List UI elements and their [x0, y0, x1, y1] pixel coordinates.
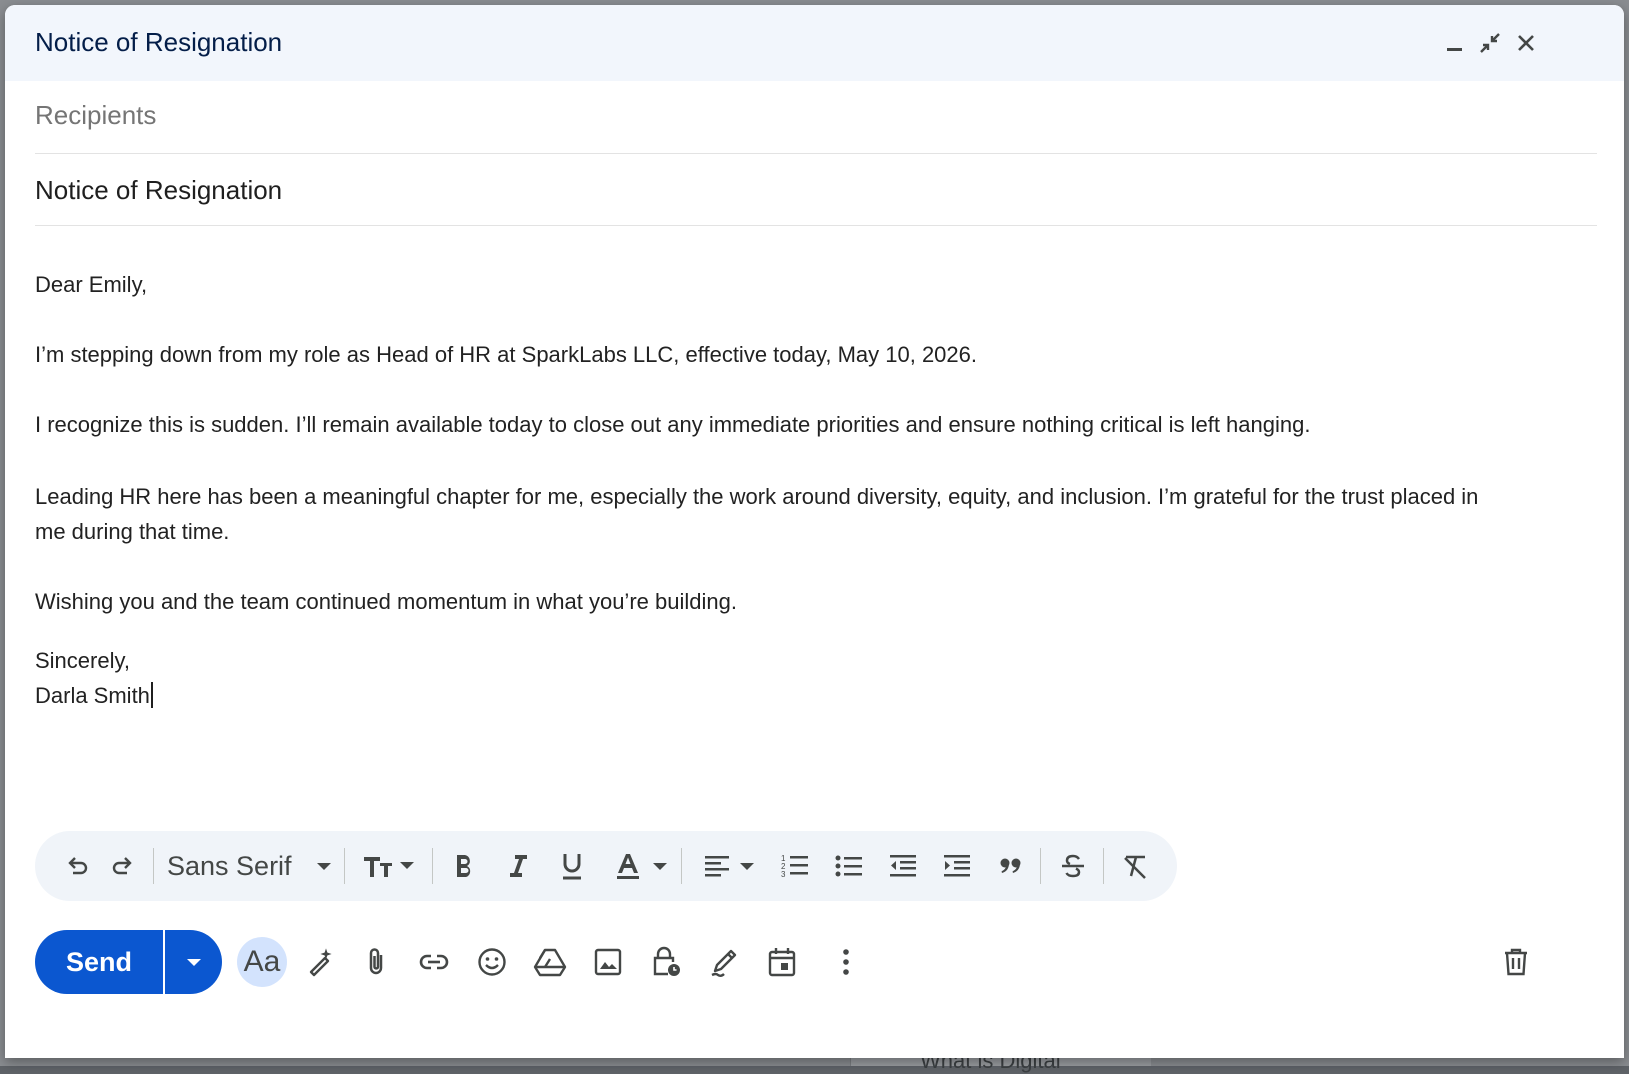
body-signature-line: Darla Smith [35, 678, 1597, 713]
confidential-mode-icon[interactable] [641, 937, 691, 987]
compose-title-bar[interactable]: Notice of Resignation [5, 5, 1624, 81]
align-icon[interactable] [697, 831, 737, 901]
recipients-field[interactable]: Recipients [35, 83, 1597, 154]
formatting-options-label: Aa [243, 945, 281, 978]
recipients-placeholder: Recipients [35, 100, 157, 130]
subject-field[interactable]: Notice of Resignation [35, 155, 1597, 226]
italic-icon[interactable] [499, 831, 537, 901]
text-size-icon[interactable] [357, 831, 423, 901]
link-icon[interactable] [409, 937, 459, 987]
strikethrough-icon[interactable] [1053, 831, 1093, 901]
body-paragraph-4: Wishing you and the team continued momen… [35, 589, 737, 614]
font-dropdown-icon[interactable] [311, 831, 337, 901]
text-color-dropdown-icon[interactable] [649, 831, 671, 901]
compose-title: Notice of Resignation [35, 27, 283, 57]
message-body[interactable]: Dear Emily, I’m stepping down from my ro… [35, 267, 1597, 713]
schedule-icon[interactable] [757, 937, 807, 987]
exit-fullscreen-icon[interactable] [1476, 29, 1504, 57]
body-closing: Sincerely, [35, 648, 130, 673]
compose-window: Notice of Resignation Recipients Notice … [5, 5, 1624, 1058]
body-paragraph-2: I recognize this is sudden. I’ll remain … [35, 412, 1311, 437]
underline-icon[interactable] [553, 831, 591, 901]
quote-icon[interactable] [991, 831, 1031, 901]
formatting-options-icon[interactable]: Aa [237, 937, 287, 987]
indent-more-icon[interactable] [937, 831, 977, 901]
discard-icon[interactable] [1491, 937, 1541, 987]
svg-text:3: 3 [781, 870, 786, 879]
text-cursor [150, 682, 153, 708]
numbered-list-icon[interactable]: 123 [775, 831, 815, 901]
bold-icon[interactable] [445, 831, 483, 901]
body-greeting: Dear Emily, [35, 272, 148, 297]
send-button[interactable]: Send [35, 930, 163, 994]
signature-icon[interactable] [699, 937, 749, 987]
align-dropdown-icon[interactable] [735, 831, 759, 901]
more-options-icon[interactable] [821, 937, 871, 987]
remove-formatting-icon[interactable] [1115, 831, 1155, 901]
send-options-icon[interactable] [165, 930, 222, 994]
font-selector[interactable]: Sans Serif [167, 831, 297, 901]
help-me-write-icon[interactable] [295, 937, 345, 987]
font-name: Sans Serif [167, 850, 292, 881]
minimize-icon[interactable] [1440, 29, 1468, 57]
body-paragraph-3: Leading HR here has been a meaningful ch… [35, 484, 1479, 544]
emoji-icon[interactable] [467, 937, 517, 987]
body-signature: Darla Smith [35, 683, 150, 708]
bulleted-list-icon[interactable] [829, 831, 869, 901]
attach-icon[interactable] [351, 937, 401, 987]
subject-text: Notice of Resignation [35, 175, 283, 205]
body-paragraph-1: I’m stepping down from my role as Head o… [35, 342, 977, 367]
undo-icon[interactable] [59, 831, 97, 901]
redo-icon[interactable] [103, 831, 141, 901]
indent-less-icon[interactable] [883, 831, 923, 901]
text-color-icon[interactable] [609, 831, 647, 901]
close-icon[interactable] [1512, 29, 1540, 57]
drive-icon[interactable] [525, 937, 575, 987]
photo-icon[interactable] [583, 937, 633, 987]
formatting-toolbar: Sans Serif 123 [35, 831, 1177, 901]
